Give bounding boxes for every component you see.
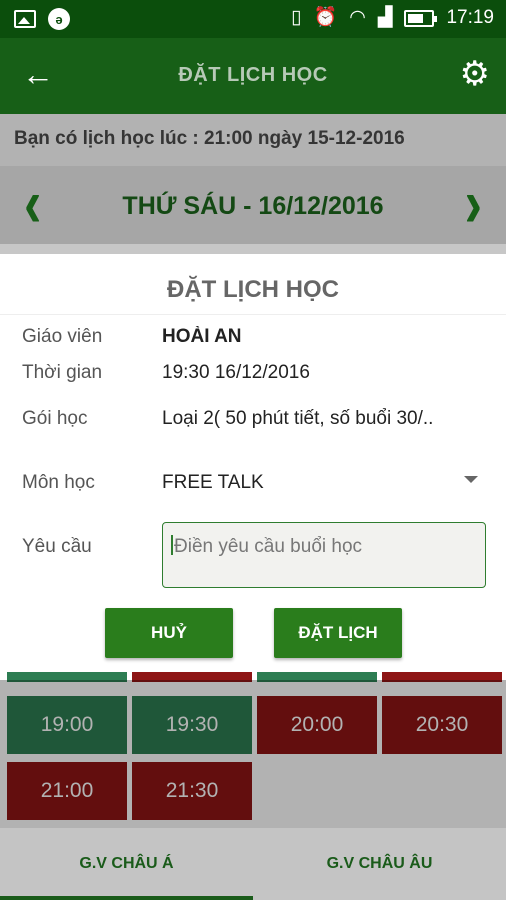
battery-icon (404, 9, 438, 27)
time-value: 19:30 16/12/2016 (162, 362, 310, 383)
booking-dialog: ĐẶT LỊCH HỌC Giáo viên HOÀI AN Thời gian… (0, 254, 506, 680)
subject-select[interactable]: FREE TALK (162, 472, 482, 494)
gear-icon[interactable]: ⚙ (460, 54, 490, 94)
dim-overlay[interactable] (0, 114, 506, 254)
package-label: Gói học (22, 408, 88, 429)
teacher-value: HOÀI AN (162, 326, 242, 347)
request-input[interactable]: Điền yêu cầu buổi học (162, 522, 486, 588)
cancel-button[interactable]: HUỶ (105, 608, 233, 658)
wifi-icon: ◠ (349, 7, 366, 28)
subject-label: Môn học (22, 472, 95, 493)
dropdown-arrow-icon[interactable] (464, 476, 478, 483)
status-time: 17:19 (446, 7, 494, 28)
status-bar: ə ▯ ⏰ ◠ ▟ 17:19 (0, 0, 506, 38)
dialog-divider (0, 314, 506, 315)
request-placeholder: Điền yêu cầu buổi học (174, 536, 363, 557)
app-bar: ← ĐẶT LỊCH HỌC ⚙ (0, 38, 506, 114)
book-button[interactable]: ĐẶT LỊCH (274, 608, 402, 658)
app-notification-icon: ə (48, 8, 70, 30)
image-icon (14, 10, 36, 28)
dim-overlay[interactable] (0, 680, 506, 828)
package-select[interactable]: Loại 2( 50 phút tiết, số buổi 30/.. (162, 408, 488, 430)
teacher-label: Giáo viên (22, 326, 103, 347)
request-label: Yêu cầu (22, 536, 92, 557)
dim-overlay[interactable] (0, 828, 506, 900)
signal-icon: ▟ (377, 7, 393, 28)
time-label: Thời gian (22, 362, 103, 383)
page-title: ĐẶT LỊCH HỌC (178, 64, 328, 86)
dialog-title: ĐẶT LỊCH HỌC (167, 276, 339, 303)
alarm-icon: ⏰ (313, 7, 338, 28)
vibrate-icon: ▯ (291, 7, 302, 28)
text-cursor (171, 535, 173, 555)
